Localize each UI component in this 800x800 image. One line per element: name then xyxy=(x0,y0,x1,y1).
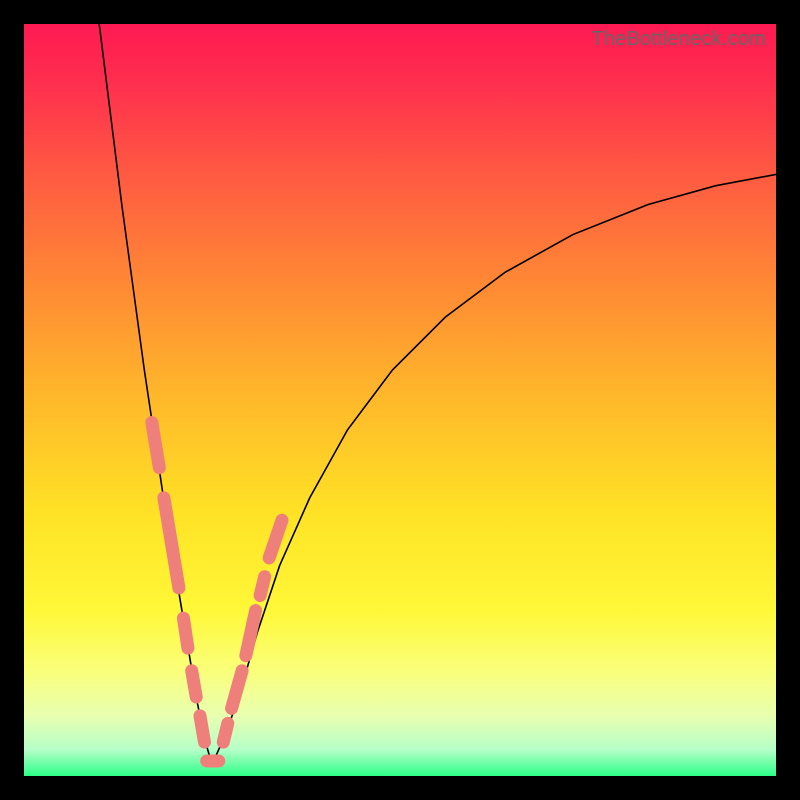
highlight-segment-6 xyxy=(223,723,228,742)
curve-right-arm xyxy=(212,174,776,764)
highlight-segment-4 xyxy=(200,716,205,742)
plot-area: TheBottleneck.com xyxy=(24,24,776,776)
highlight-segment-8 xyxy=(246,611,256,656)
curve-left-arm xyxy=(99,24,212,765)
highlight-segment-7 xyxy=(232,671,243,709)
chart-frame: TheBottleneck.com xyxy=(0,0,800,800)
highlight-segment-1 xyxy=(164,498,179,588)
highlight-segment-3 xyxy=(192,671,197,697)
highlight-segment-0 xyxy=(152,423,160,468)
highlight-segment-9 xyxy=(260,577,265,596)
chart-svg xyxy=(24,24,776,776)
highlight-segment-2 xyxy=(183,618,188,648)
highlight-segment-10 xyxy=(269,520,282,558)
